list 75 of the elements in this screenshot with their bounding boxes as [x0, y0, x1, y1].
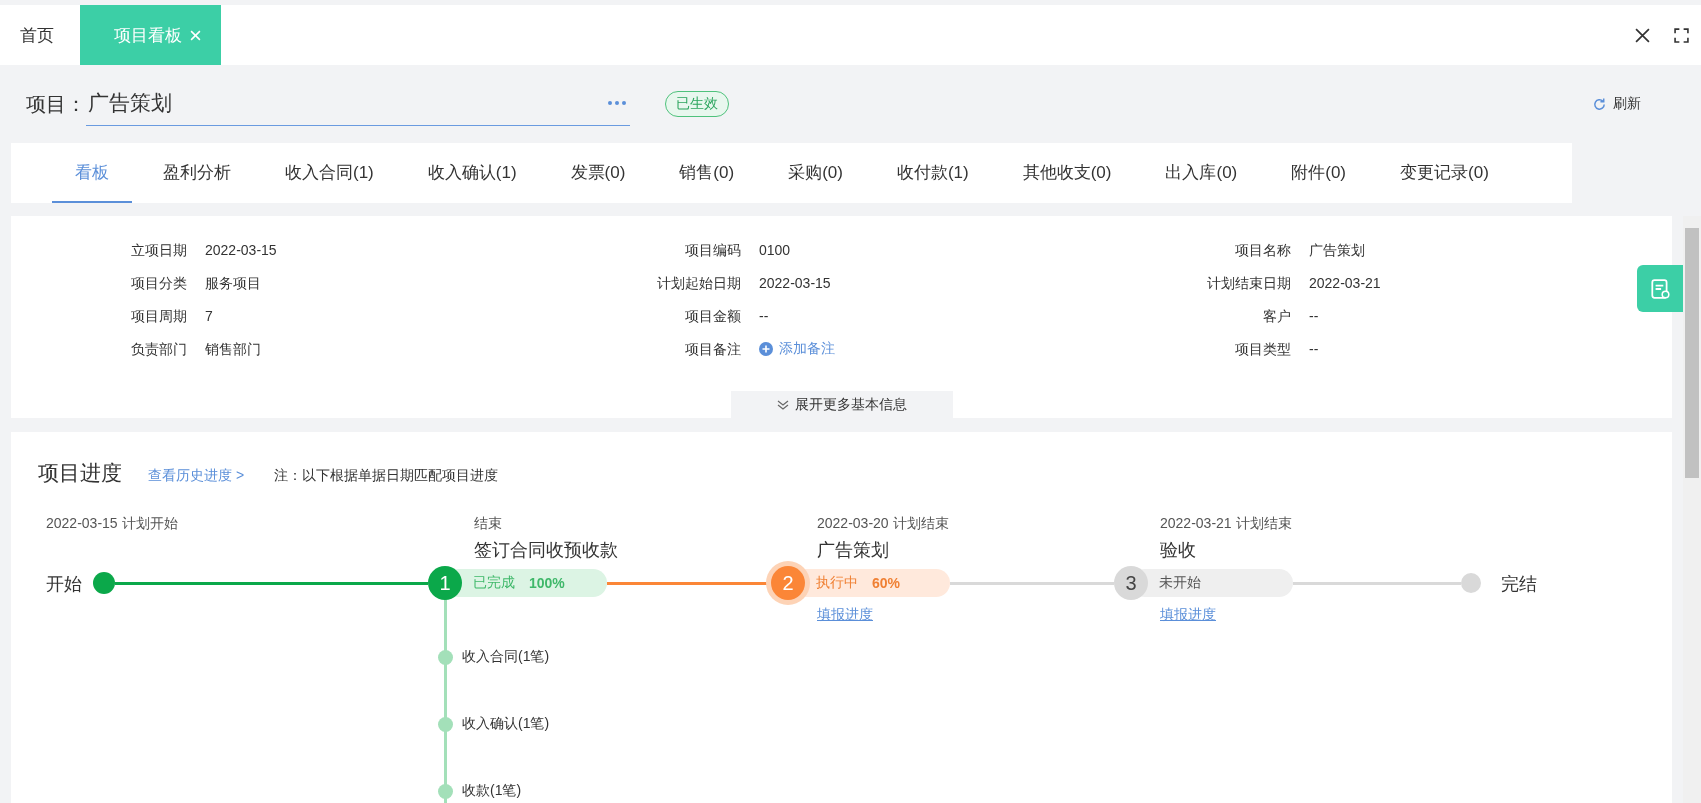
substep-dot: [438, 650, 453, 665]
report-progress-link[interactable]: 填报进度: [817, 606, 873, 624]
end-label: 完结: [1501, 573, 1537, 596]
end-node: [1461, 573, 1481, 593]
field-value: 广告策划: [1309, 241, 1365, 260]
section-title: 项目进度: [38, 460, 122, 486]
field-value: 7: [205, 307, 213, 326]
field-label: 项目周期: [130, 307, 187, 326]
expand-button[interactable]: 展开更多基本信息: [730, 391, 953, 418]
field-label: 项目名称: [1234, 241, 1291, 260]
substep-dot: [438, 717, 453, 732]
double-chevron-icon: [776, 399, 789, 410]
nav-tab[interactable]: 收入合同(1): [262, 143, 397, 203]
field-value: 0100: [759, 241, 791, 260]
substep-label: 收款(1笔): [462, 782, 522, 800]
page-tab[interactable]: 首页: [0, 5, 74, 65]
more-icon[interactable]: [608, 100, 626, 105]
status-badge: 已生效: [665, 91, 729, 117]
plus-icon: [759, 342, 773, 356]
field-label: 计划结束日期: [1206, 274, 1291, 293]
field-label: 计划起始日期: [656, 274, 741, 293]
field-value: 销售部门: [205, 340, 261, 359]
refresh-icon: [1592, 96, 1607, 112]
nav-tab[interactable]: 变更记录(0): [1377, 143, 1512, 203]
nav-tab[interactable]: 采购(0): [765, 143, 866, 203]
field-value: 2022-03-21: [1309, 274, 1381, 293]
stage-date: 结束: [474, 515, 502, 533]
field-value: --: [759, 307, 769, 326]
stage-date: 2022-03-21 计划结束: [1160, 515, 1292, 533]
scrollbar-thumb[interactable]: [1685, 228, 1699, 478]
nav-tab[interactable]: 收入确认(1): [404, 143, 540, 203]
scrollbar[interactable]: [1683, 216, 1701, 803]
nav-tab[interactable]: 其他收支(0): [999, 143, 1135, 203]
history-link[interactable]: 查看历史进度 >: [148, 467, 245, 485]
field-label: 负责部门: [130, 340, 187, 359]
step-number: 1: [428, 566, 462, 600]
field-value: --: [1309, 340, 1319, 359]
notepad-icon: [1649, 277, 1671, 300]
nav-tab[interactable]: 盈利分析: [140, 143, 254, 203]
project-field[interactable]: 广告策划: [86, 82, 630, 126]
start-label: 开始: [46, 573, 82, 596]
field-label: 项目分类: [130, 274, 187, 293]
field-value: 服务项目: [205, 274, 261, 293]
field-label: 项目备注: [684, 340, 741, 359]
field-label: 项目编码: [684, 241, 741, 260]
stage-date: 2022-03-20 计划结束: [817, 515, 949, 533]
field-value: 2022-03-15: [759, 274, 831, 293]
nav-tab[interactable]: 附件(0): [1268, 143, 1370, 203]
stage-title: 签订合同收预收款: [474, 539, 618, 562]
fullscreen-icon[interactable]: [1674, 27, 1689, 43]
refresh-button[interactable]: 刷新: [1586, 94, 1647, 114]
close-icon[interactable]: [1635, 27, 1650, 43]
field-label: 项目金额: [684, 307, 741, 326]
field-value: --: [1309, 307, 1319, 326]
report-progress-link[interactable]: 填报进度: [1160, 606, 1216, 624]
notes-button[interactable]: [1637, 265, 1683, 312]
field-value: 2022-03-15: [205, 241, 277, 260]
field-label: 立项日期: [130, 241, 187, 260]
nav-tab[interactable]: 收付款(1): [873, 143, 992, 203]
nav-tab[interactable]: 发票(0): [547, 143, 649, 203]
note-text: 注：以下根据单据日期匹配项目进度: [274, 467, 499, 485]
substep-dot: [438, 784, 453, 799]
stage-title: 验收: [1160, 539, 1196, 562]
stage-date: 2022-03-15 计划开始: [46, 515, 178, 533]
start-node: [93, 572, 115, 594]
nav-tab[interactable]: 出入库(0): [1142, 143, 1261, 203]
stage-title: 广告策划: [817, 539, 889, 562]
add-note-link[interactable]: 添加备注: [759, 340, 835, 358]
project-label: 项目：: [26, 91, 86, 117]
nav-tab[interactable]: 销售(0): [656, 143, 758, 203]
substep-label: 收入合同(1笔): [462, 648, 550, 666]
field-label: 项目类型: [1234, 340, 1291, 359]
substep-label: 收入确认(1笔): [462, 715, 550, 733]
step-number: 3: [1114, 566, 1148, 600]
field-label: 客户: [1262, 307, 1291, 326]
